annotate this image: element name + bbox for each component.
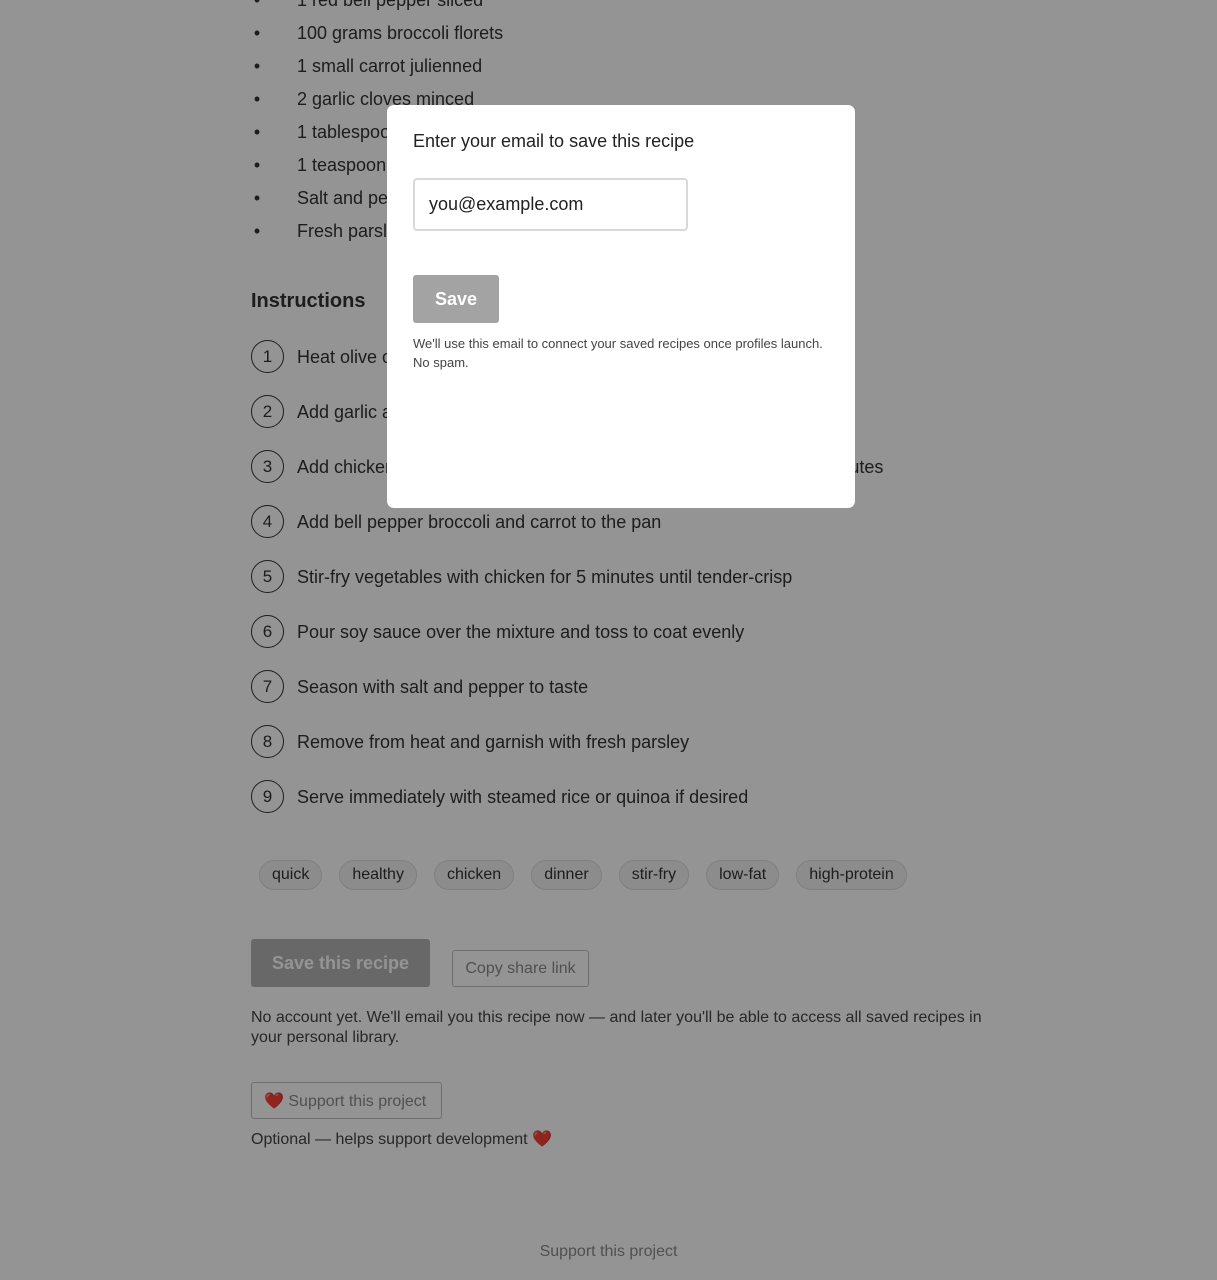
modal-title: Enter your email to save this recipe <box>413 131 695 151</box>
save-button[interactable]: Save <box>413 275 499 323</box>
modal-note: We'll use this email to connect your sav… <box>413 336 823 370</box>
recipe-page: • 1 red bell pepper sliced • 100 grams bro… <box>0 0 1217 1280</box>
save-recipe-modal: Enter your email to save this recipe Sav… <box>387 105 855 508</box>
email-input[interactable] <box>413 178 688 231</box>
